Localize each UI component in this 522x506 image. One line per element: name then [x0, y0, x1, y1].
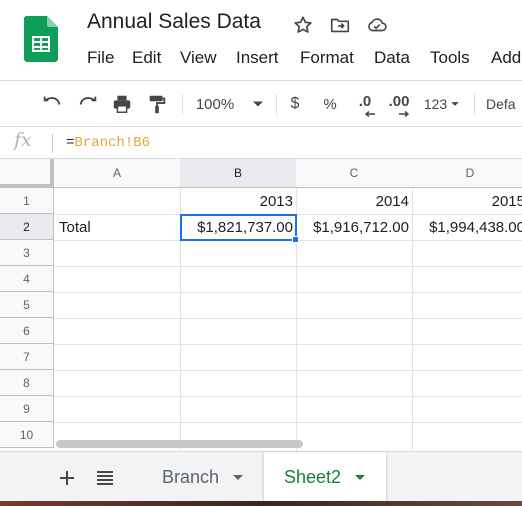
sheets-logo-icon[interactable]	[24, 16, 58, 62]
increase-decimal-button[interactable]: .00	[384, 81, 414, 127]
undo-icon	[43, 96, 61, 105]
cell-d2[interactable]: $1,994,438.00	[412, 215, 522, 241]
column-header-c[interactable]: C	[296, 159, 413, 188]
grid-line	[54, 318, 522, 319]
sheet-tab-bar: Branch Sheet2	[0, 451, 522, 506]
row-header-4[interactable]: 4	[0, 266, 54, 292]
font-family-select[interactable]: Defa	[486, 81, 522, 127]
toolbar-divider	[276, 94, 277, 115]
paint-format-icon	[149, 95, 166, 114]
document-title[interactable]: Annual Sales Data	[87, 10, 261, 34]
fx-icon: fx	[14, 129, 32, 151]
chevron-down-icon	[253, 101, 264, 107]
toolbar: 100% $ % .0 .00 123 Defa	[0, 80, 522, 127]
all-sheets-button[interactable]	[90, 463, 120, 493]
column-header-d[interactable]: D	[412, 159, 522, 188]
row-header-7[interactable]: 7	[0, 344, 54, 370]
column-header-b[interactable]: B	[180, 159, 297, 188]
cell-b1[interactable]: 2013	[180, 189, 297, 215]
add-sheet-button[interactable]	[52, 463, 82, 493]
cell-c1[interactable]: 2014	[296, 189, 413, 215]
list-icon	[97, 471, 113, 485]
print-icon	[113, 95, 131, 113]
cell-a2[interactable]: Total	[54, 215, 180, 241]
menu-edit[interactable]: Edit	[132, 48, 161, 68]
redo-icon	[79, 96, 97, 105]
row-header-9[interactable]: 9	[0, 396, 54, 422]
menu-file[interactable]: File	[87, 48, 114, 68]
chevron-down-icon	[233, 474, 244, 480]
chevron-down-icon	[355, 474, 366, 480]
grid-line	[54, 266, 522, 267]
selected-cell-outline	[180, 214, 297, 241]
row-header-1[interactable]: 1	[0, 188, 54, 214]
formula-divider	[52, 134, 53, 153]
print-button[interactable]	[108, 81, 136, 127]
star-icon[interactable]	[292, 14, 314, 36]
grid-line	[54, 396, 522, 397]
redo-button[interactable]	[74, 81, 102, 127]
cell-d1[interactable]: 2015	[412, 189, 522, 215]
decrease-decimal-button[interactable]: .0	[352, 81, 378, 127]
grid-line	[54, 422, 522, 423]
chevron-down-icon	[451, 102, 459, 106]
row-header-8[interactable]: 8	[0, 370, 54, 396]
grid-line	[54, 292, 522, 293]
row-header-6[interactable]: 6	[0, 318, 54, 344]
menu-tools[interactable]: Tools	[430, 48, 470, 68]
menu-format[interactable]: Format	[300, 48, 354, 68]
row-header-10[interactable]: 10	[0, 422, 54, 448]
row-header-3[interactable]: 3	[0, 240, 54, 266]
zoom-select[interactable]: 100%	[192, 81, 268, 127]
paint-format-button[interactable]	[143, 81, 171, 127]
select-all-corner[interactable]	[0, 159, 54, 188]
plus-icon	[60, 471, 74, 485]
sheet-tab-label: Sheet2	[284, 466, 342, 487]
toolbar-divider	[182, 94, 183, 115]
fill-handle[interactable]	[292, 236, 299, 243]
formula-bar: fx =Branch!B6	[0, 127, 522, 159]
menu-insert[interactable]: Insert	[236, 48, 279, 68]
grid-line	[54, 370, 522, 371]
row-header-2[interactable]: 2	[0, 214, 54, 240]
cell-c2[interactable]: $1,916,712.00	[296, 215, 413, 241]
sheet-tab-branch[interactable]: Branch	[142, 452, 264, 502]
sheet-tab-sheet2[interactable]: Sheet2	[264, 452, 386, 502]
column-header-a[interactable]: A	[54, 159, 181, 188]
spreadsheet-grid[interactable]: A B C D 1 2 3 4 5 6 7 8 9 10 2013 2014 2…	[0, 159, 522, 451]
menu-view[interactable]: View	[180, 48, 217, 68]
menu-add-ons[interactable]: Add	[491, 48, 521, 68]
format-percent-button[interactable]: %	[319, 81, 341, 127]
formula-input[interactable]: =Branch!B6	[66, 135, 150, 151]
cloud-saved-icon[interactable]	[366, 14, 388, 36]
horizontal-scrollbar[interactable]	[56, 440, 303, 448]
title-bar: Annual Sales Data File Edit View Insert …	[0, 0, 522, 80]
formula-reference: Branch!B6	[74, 135, 151, 151]
row-header-5[interactable]: 5	[0, 292, 54, 318]
menu-data[interactable]: Data	[374, 48, 410, 68]
arrow-right-icon	[399, 111, 409, 117]
desktop-background	[0, 501, 522, 506]
format-currency-button[interactable]: $	[284, 81, 306, 127]
move-to-folder-icon[interactable]	[329, 14, 351, 36]
more-formats-select[interactable]: 123	[420, 81, 464, 127]
zoom-value: 100%	[195, 95, 235, 113]
undo-button[interactable]	[38, 81, 66, 127]
arrow-left-icon	[365, 111, 375, 117]
sheet-tab-label: Branch	[162, 466, 220, 487]
toolbar-divider	[474, 94, 475, 115]
grid-line	[54, 344, 522, 345]
